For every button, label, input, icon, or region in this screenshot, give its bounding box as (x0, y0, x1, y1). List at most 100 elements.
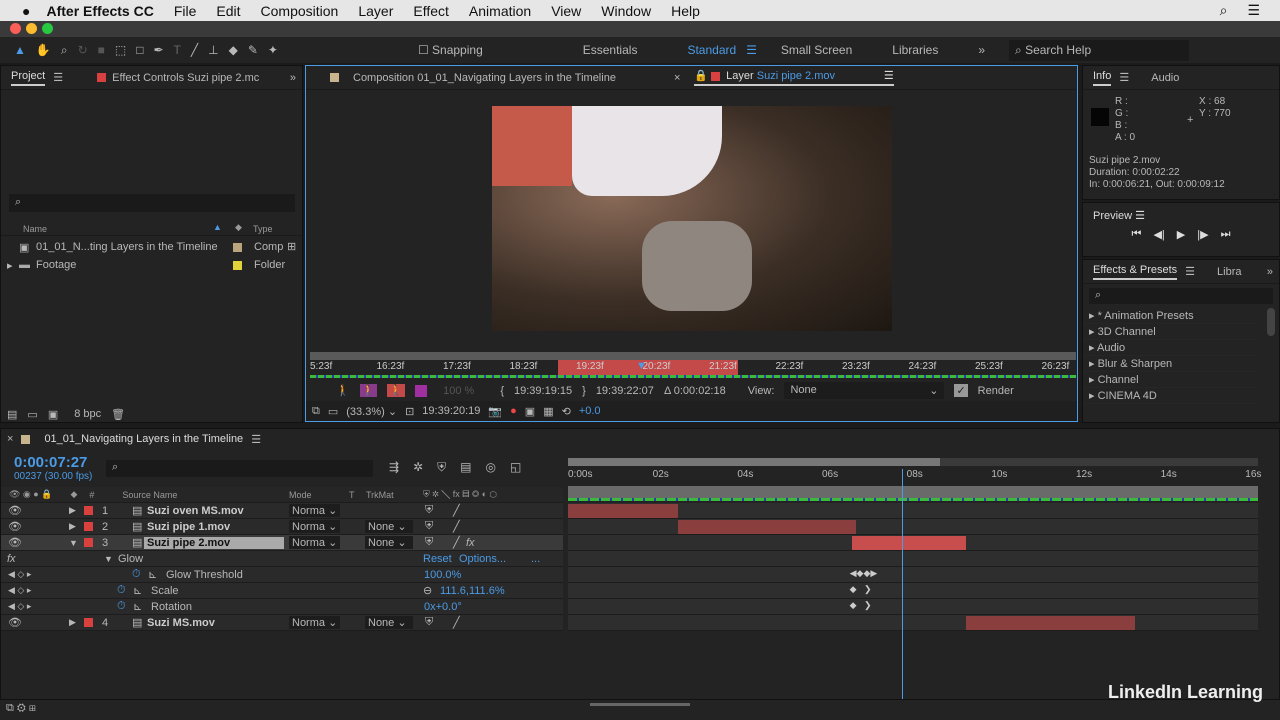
brush-tool-icon[interactable]: ╱ (191, 43, 198, 57)
set-in-icon[interactable]: { (500, 385, 504, 397)
alpha-icon[interactable]: 🚶 (387, 384, 406, 397)
trkmat-dropdown[interactable]: None ⌄ (365, 536, 413, 549)
layer-time-navigator[interactable] (310, 352, 1076, 360)
set-out-icon[interactable]: } (582, 385, 586, 397)
type-tool-icon[interactable]: T (174, 43, 181, 57)
zoom-slider[interactable] (590, 703, 690, 706)
layer-duration-bar[interactable] (851, 536, 966, 550)
layer-label-color[interactable] (84, 522, 93, 531)
more-tabs-icon[interactable]: » (1267, 266, 1273, 278)
minimize-window-icon[interactable] (26, 23, 37, 34)
current-time[interactable]: 19:39:20:19 (422, 405, 480, 417)
expand-arrow-icon[interactable]: ▶ (69, 521, 76, 532)
keyframe-navigator-icon[interactable]: ◀ ◇ ▸ (8, 601, 31, 612)
shy-switch-icon[interactable]: ⛨ (425, 536, 433, 549)
quality-switch-icon[interactable]: ╱ (453, 520, 460, 533)
search-icon[interactable]: ⌕ (1220, 2, 1228, 19)
fx-switch-icon[interactable]: fx (466, 537, 475, 549)
tab-info[interactable]: Info (1093, 70, 1112, 86)
menu-animation[interactable]: Animation (469, 3, 531, 19)
workspace-libraries[interactable]: Libraries (892, 43, 938, 57)
layer-mode-dropdown[interactable]: Norma ⌄ (289, 536, 341, 549)
layer-name[interactable]: Suzi MS.mov (144, 617, 218, 629)
property-row[interactable]: ◀ ◇ ▸ ⏱ ⊾ Rotation 0x+0.0° (1, 599, 563, 615)
layer-duration-bar[interactable] (678, 520, 856, 534)
snapshot-icon[interactable]: 📷 (488, 405, 502, 418)
eye-icon[interactable]: 👁 (8, 536, 22, 549)
project-search-input[interactable]: ⌕ (9, 194, 295, 212)
effects-category[interactable]: ▸ Audio (1083, 340, 1259, 356)
layer-time-ruler[interactable]: 5:23f 16:23f 17:23f 18:23f 19:23f 20:23f 21:23… (310, 360, 1076, 375)
expand-arrow-icon[interactable]: ▸ (7, 259, 13, 272)
zoom-tool-icon[interactable]: ⌕ (61, 43, 68, 58)
tab-libraries[interactable]: Libra (1217, 266, 1241, 278)
effects-category[interactable]: ▸ Channel (1083, 372, 1259, 388)
keyframe-icon[interactable]: ◆ ❯ (850, 600, 872, 611)
effects-search-input[interactable]: ⌕ (1089, 288, 1273, 304)
menu-window[interactable]: Window (601, 3, 651, 19)
layer-duration-bar[interactable] (568, 504, 679, 518)
eye-icon[interactable]: 👁 (8, 616, 22, 629)
search-help-field[interactable]: ⌕ Search Help (1009, 39, 1190, 61)
overlay-opacity[interactable]: 100 % (443, 385, 474, 397)
layer-duration-bar[interactable] (965, 616, 1136, 630)
eye-icon[interactable]: 👁 (8, 520, 22, 533)
bpc-button[interactable]: 8 bpc (74, 408, 101, 420)
sort-ascending-icon[interactable]: ▲ (213, 222, 222, 232)
monitor-icon[interactable]: ▭ (328, 405, 338, 418)
layer-row[interactable]: 👁 ▶ 2 ▤ Suzi pipe 1.mov Norma ⌄ None ⌄ ⛨ ╱ (1, 519, 563, 535)
next-frame-icon[interactable]: |▶ (1197, 228, 1208, 241)
zoom-window-icon[interactable] (42, 23, 53, 34)
selection-tool-icon[interactable]: ▲ (14, 43, 26, 57)
workspace-standard[interactable]: Standard (687, 43, 736, 57)
graph-icon[interactable]: ⊾ (148, 568, 157, 581)
effects-category[interactable]: ▸ CINEMA 4D (1083, 388, 1259, 404)
first-frame-icon[interactable]: ⏮ (1132, 228, 1142, 241)
rectangle-tool-icon[interactable]: □ (136, 43, 143, 57)
shy-switch-icon[interactable]: ⛨ (425, 616, 433, 629)
shy-switch-icon[interactable]: ⛨ (425, 520, 433, 533)
puppet-pin-tool-icon[interactable]: ✦ (268, 43, 278, 57)
stopwatch-icon[interactable]: ⏱ (117, 584, 126, 597)
quality-switch-icon[interactable]: ╱ (453, 616, 460, 629)
interpret-footage-icon[interactable]: ▤ (7, 408, 17, 421)
graph-editor-icon[interactable]: ◱ (510, 460, 521, 475)
more-tabs-icon[interactable]: » (290, 72, 296, 84)
eraser-tool-icon[interactable]: ◆ (229, 43, 238, 57)
motion-blur-icon[interactable]: ◎ (485, 460, 495, 475)
transparency-grid-icon[interactable]: ▦ (543, 405, 553, 418)
trkmat-dropdown[interactable]: None ⌄ (365, 520, 413, 533)
tab-layer[interactable]: 🔒 Layer Suzi pipe 2.mov ☰ (694, 69, 894, 86)
collapse-arrow-icon[interactable]: ▼ (104, 554, 113, 564)
flowchart-icon[interactable]: ⊞ (287, 240, 296, 253)
frame-blending-icon[interactable]: ▤ (460, 460, 471, 475)
column-type[interactable]: Type (253, 224, 273, 234)
app-name[interactable]: After Effects CC (46, 3, 153, 19)
clone-stamp-tool-icon[interactable]: ⊥ (208, 43, 218, 57)
options-button[interactable]: Options... (459, 553, 506, 565)
project-item-comp[interactable]: ▣ 01_01_N...ting Layers in the Timeline … (1, 239, 302, 256)
tab-composition[interactable]: Composition 01_01_Navigating Layers in t… (353, 72, 616, 84)
layer-row[interactable]: 👁 ▼ 3 ▤ Suzi pipe 2.mov Norma ⌄ None ⌄ ⛨ ╱ fx (1, 535, 563, 551)
camera-tool-icon[interactable]: ■ (98, 43, 105, 57)
keyframe-navigator-icon[interactable]: ◀ ◇ ▸ (8, 585, 31, 596)
layer-name[interactable]: Suzi pipe 1.mov (144, 521, 233, 533)
toggle-switches-icons[interactable]: ⧉ ⚙ ⊞ (6, 702, 36, 715)
view-dropdown[interactable]: None ⌄ (784, 382, 945, 399)
overlay-color-icon[interactable] (415, 384, 428, 397)
tab-audio[interactable]: Audio (1151, 72, 1179, 84)
layer-label-color[interactable] (84, 538, 93, 547)
channel-icon[interactable]: ● (510, 405, 517, 417)
layer-row[interactable]: 👁 ▶ 1 ▤ Suzi oven MS.mov Norma ⌄ ⛨ ╱ (1, 503, 563, 519)
panel-menu-icon[interactable]: ☰ (53, 71, 63, 84)
property-value[interactable]: 111.6,111.6% (440, 585, 505, 597)
previous-frame-icon[interactable]: ◀| (1153, 228, 1164, 241)
more-workspaces-icon[interactable]: » (978, 43, 985, 57)
keyframe-icon[interactable]: ◆ ❯ (850, 584, 872, 595)
motion-tracker-icon[interactable]: 🚶 (336, 384, 350, 397)
graph-icon[interactable]: ⊾ (133, 584, 142, 597)
keyframe-navigator-icon[interactable]: ◀ ◇ ▸ (8, 569, 31, 580)
layer-row[interactable]: 👁 ▶ 4 ▤ Suzi MS.mov Norma ⌄ None ⌄ ⛨ ╱ (1, 615, 563, 631)
magnification-dropdown[interactable]: (33.3%) ⌄ (346, 405, 397, 418)
effects-scrollbar[interactable] (1267, 308, 1275, 336)
